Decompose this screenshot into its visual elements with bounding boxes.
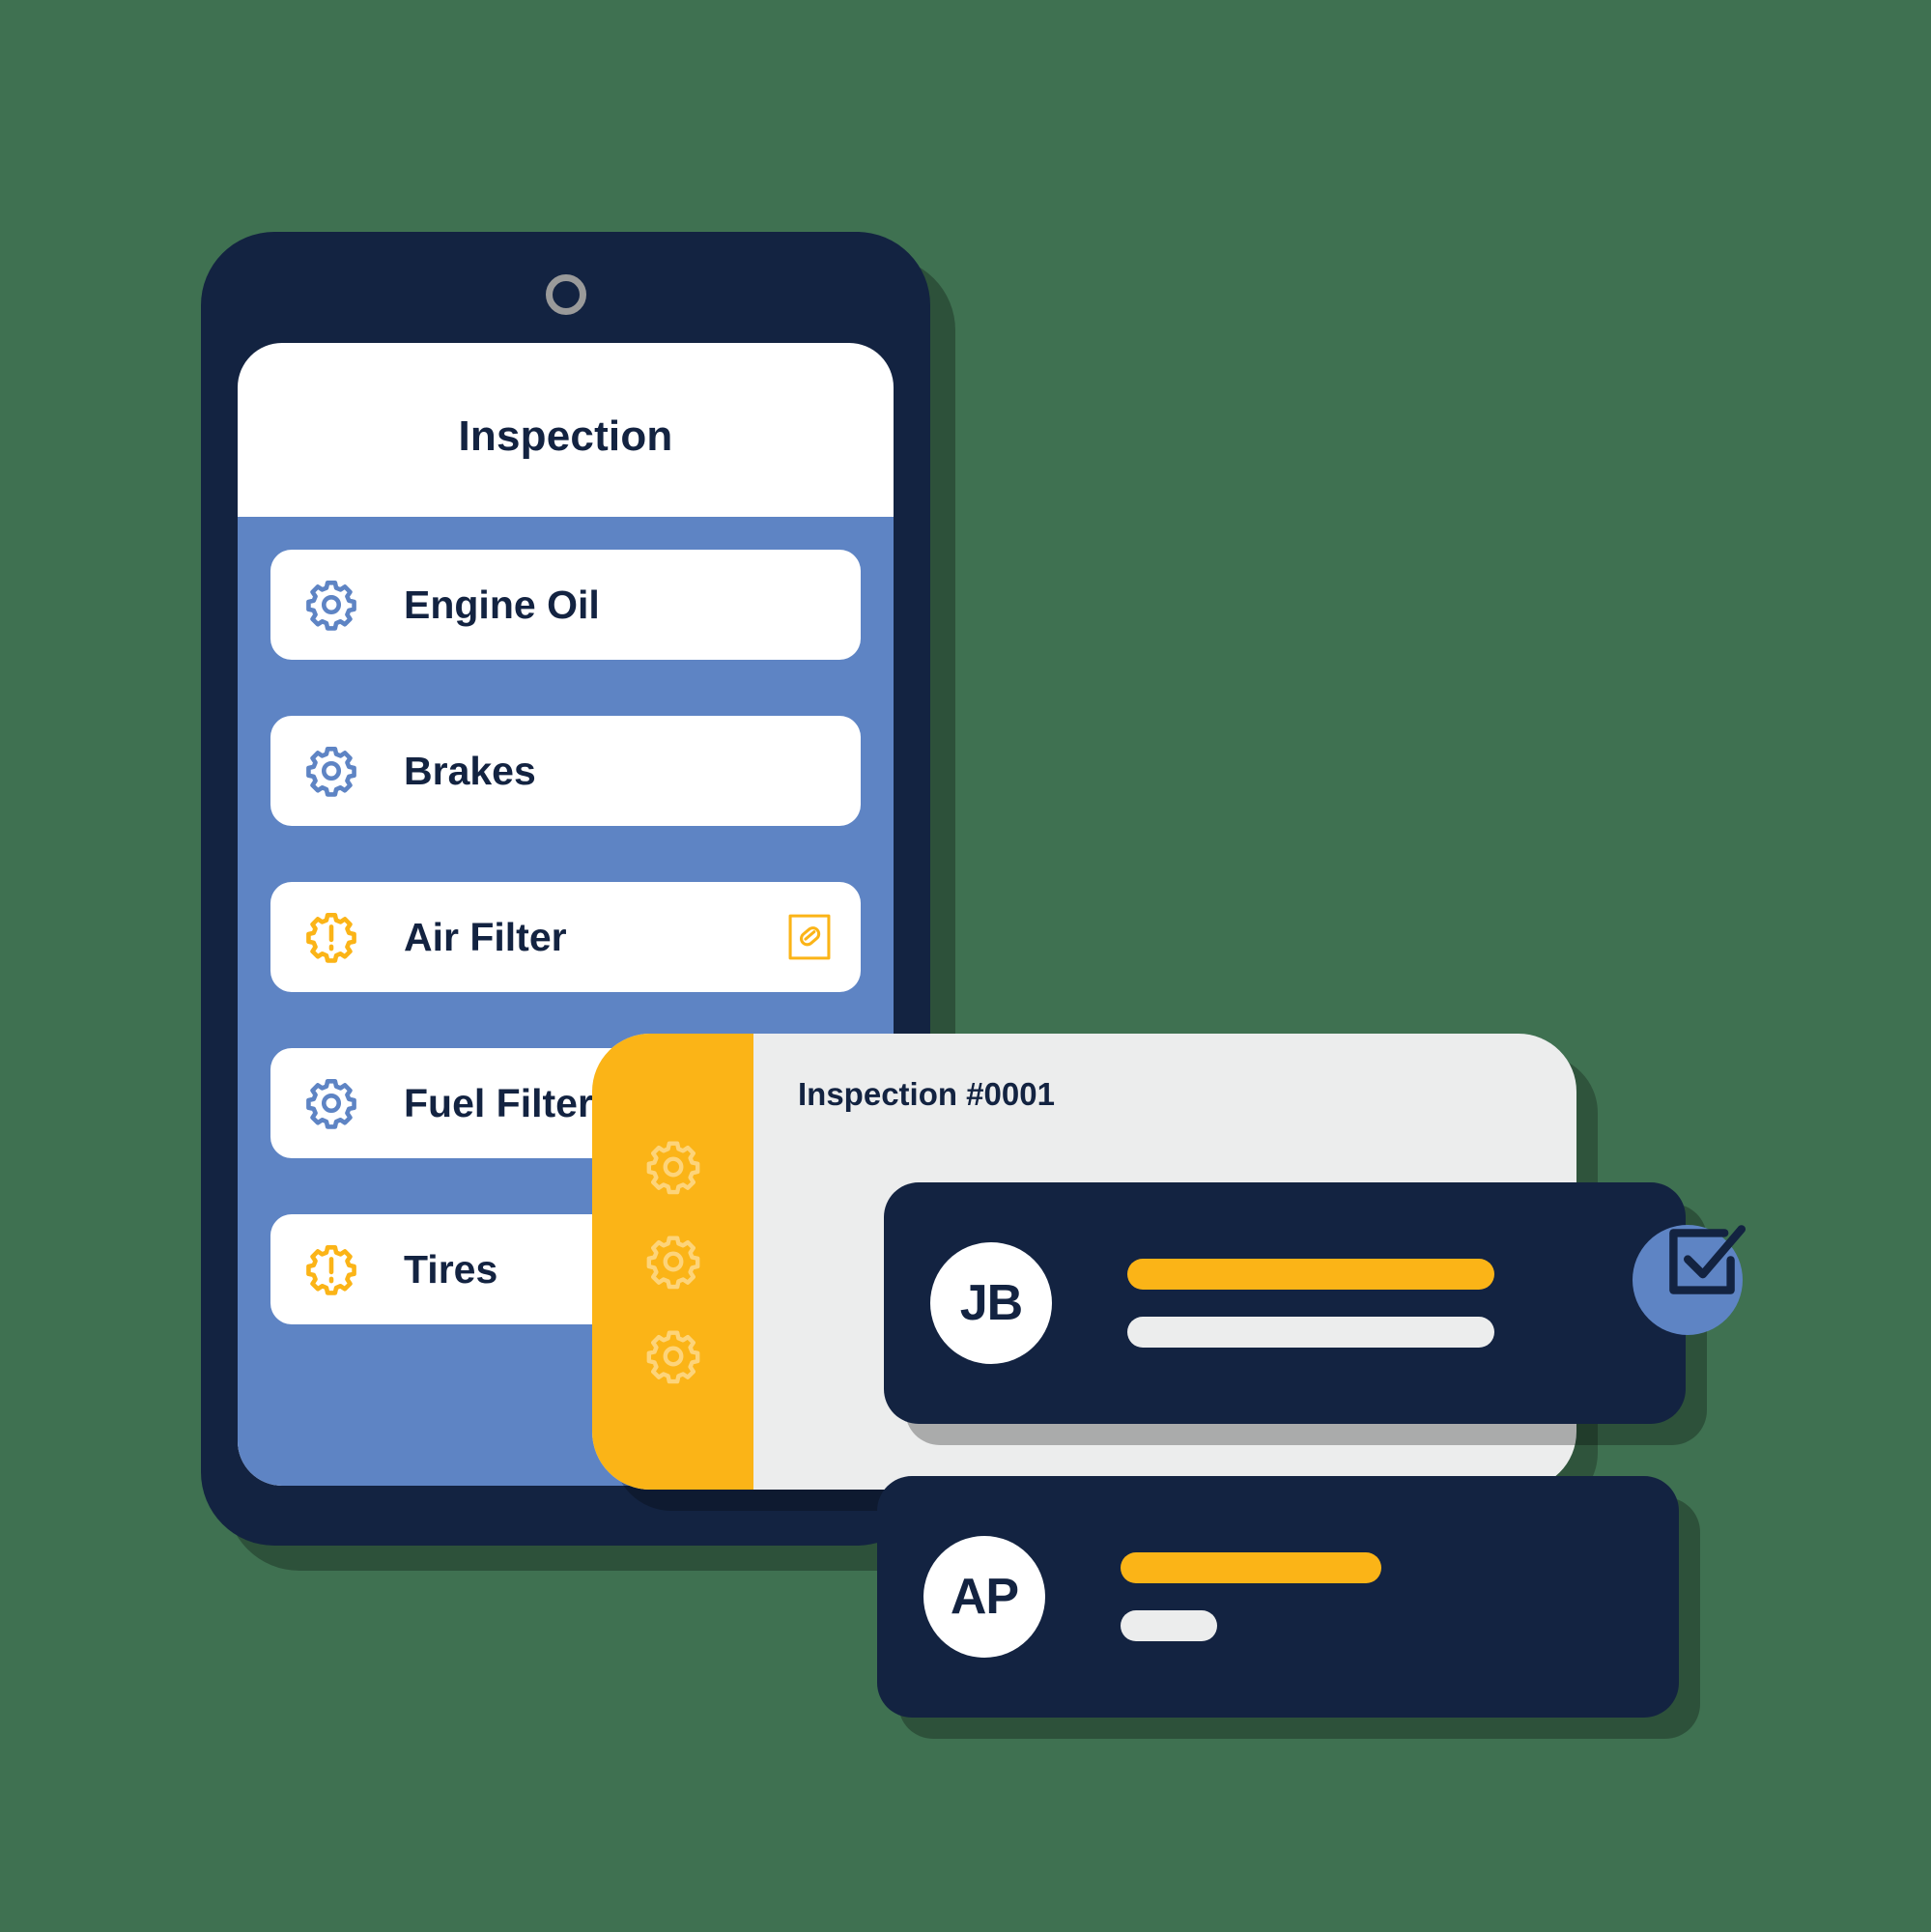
inspector-card-ap[interactable]: AP	[877, 1476, 1679, 1718]
paperclip-icon[interactable]	[787, 912, 832, 962]
card-bars	[1121, 1552, 1381, 1641]
avatar: JB	[930, 1242, 1052, 1364]
gear-alert-icon	[303, 909, 359, 965]
gear-alert-icon	[303, 1241, 359, 1297]
inspector-card-jb[interactable]: JB	[884, 1182, 1686, 1424]
checklist-item-label: Air Filter	[404, 914, 567, 959]
gear-icon	[303, 743, 359, 799]
checklist-item-label: Brakes	[404, 748, 536, 793]
page-title: Inspection	[458, 412, 673, 460]
illustration-canvas: Inspection Engine Oil Brakes Air Filter …	[0, 0, 1931, 1932]
bar-primary	[1121, 1552, 1381, 1583]
avatar: AP	[923, 1536, 1045, 1658]
panel-side-rail	[592, 1034, 753, 1490]
checklist-item-label: Fuel Filter	[404, 1080, 593, 1125]
checkbox-check-icon	[1669, 1225, 1746, 1294]
bar-primary	[1127, 1259, 1494, 1290]
card-bars	[1127, 1259, 1494, 1348]
gear-icon	[643, 1326, 703, 1386]
inspection-number: Inspection #0001	[798, 1076, 1055, 1112]
gear-icon	[303, 1075, 359, 1131]
gear-icon	[643, 1137, 703, 1197]
status-badge	[1633, 1225, 1746, 1339]
checklist-item-label: Tires	[404, 1246, 498, 1292]
checklist-item-brakes[interactable]: Brakes	[270, 716, 861, 826]
checklist-item-air-filter[interactable]: Air Filter	[270, 882, 861, 992]
gear-icon	[643, 1232, 703, 1292]
checklist-item-engine-oil[interactable]: Engine Oil	[270, 550, 861, 660]
camera-dot-icon	[545, 274, 586, 315]
gear-icon	[303, 577, 359, 633]
bar-secondary	[1127, 1317, 1494, 1348]
checklist-item-label: Engine Oil	[404, 582, 600, 627]
bar-secondary	[1121, 1610, 1217, 1641]
